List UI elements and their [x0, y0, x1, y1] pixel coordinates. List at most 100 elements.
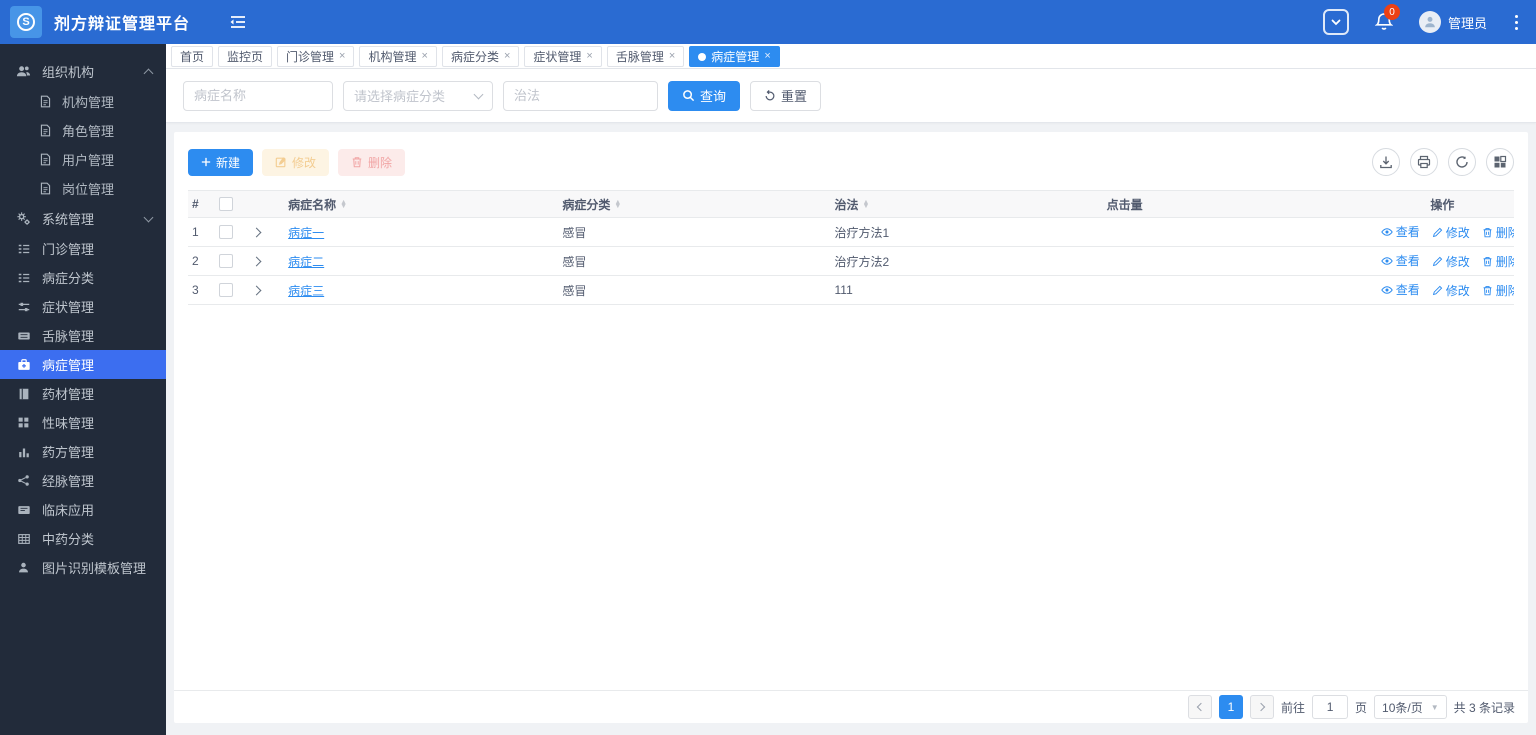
edit-icon: [275, 156, 287, 168]
page-size-select[interactable]: 10条/页 ▼: [1374, 695, 1447, 719]
expand-row-icon[interactable]: [251, 285, 262, 296]
edit-button[interactable]: 修改: [262, 148, 330, 176]
tab-outpatient[interactable]: 门诊管理 ×: [277, 46, 355, 67]
sidebar-item-meridian-mgmt[interactable]: 经脉管理: [0, 466, 166, 495]
sidebar-nav: 组织机构 机构管理 角色管理 用户管理 岗位管理 系统管理 门诊管理 病症分类 …: [0, 44, 166, 735]
sidebar-item-image-template-mgmt[interactable]: 图片识别模板管理: [0, 553, 166, 582]
fullscreen-icon[interactable]: [1322, 9, 1349, 35]
disease-category-select[interactable]: 请选择病症分类: [343, 80, 493, 111]
notification-bell-icon[interactable]: 0: [1375, 4, 1400, 32]
reset-icon: [764, 90, 776, 102]
close-icon[interactable]: ×: [339, 51, 345, 62]
view-link[interactable]: 查看: [1381, 223, 1420, 240]
col-method[interactable]: 治法 ▲ ▼: [830, 190, 1103, 218]
gears-icon: [16, 211, 31, 226]
sort-icons[interactable]: ▲ ▼: [340, 199, 347, 210]
query-button[interactable]: 查询: [668, 80, 741, 111]
tab-label: 机构管理: [368, 50, 417, 64]
sidebar-item-flavor-mgmt[interactable]: 性味管理: [0, 408, 166, 437]
tab-disease-mgmt[interactable]: 病症管理 ×: [689, 46, 780, 67]
reset-button[interactable]: 重置: [750, 80, 822, 111]
edit-link[interactable]: 修改: [1432, 253, 1470, 270]
active-dot-icon: [698, 52, 707, 61]
sidebar-item-user-mgmt[interactable]: 用户管理: [0, 145, 166, 174]
edit-link[interactable]: 修改: [1432, 224, 1470, 241]
col-clicks: 点击量: [1102, 190, 1371, 218]
sort-icons[interactable]: ▲ ▼: [863, 199, 870, 210]
export-button[interactable]: [1372, 148, 1400, 176]
sidebar-item-institution-mgmt[interactable]: 机构管理: [0, 87, 166, 116]
goto-page-input[interactable]: [1312, 695, 1349, 719]
page-number-button[interactable]: 1: [1219, 695, 1244, 719]
print-button[interactable]: [1410, 148, 1438, 176]
close-icon[interactable]: ×: [504, 51, 510, 62]
eye-icon: [1381, 226, 1393, 238]
disease-name-link[interactable]: 病症三: [288, 284, 324, 298]
row-checkbox[interactable]: [218, 254, 233, 269]
cell-method: 治疗方法2: [830, 246, 1103, 276]
sort-icons[interactable]: ▲ ▼: [614, 199, 621, 210]
close-icon[interactable]: ×: [586, 51, 592, 62]
sidebar-item-label: 中药分类: [42, 532, 95, 547]
disease-name-input[interactable]: [183, 80, 333, 111]
select-placeholder: 请选择病症分类: [354, 89, 446, 104]
create-button[interactable]: 新建: [188, 148, 254, 176]
prev-page-button[interactable]: [1188, 695, 1213, 719]
delete-link[interactable]: 删除: [1482, 253, 1514, 270]
tab-institution[interactable]: 机构管理 ×: [359, 46, 437, 67]
sidebar-item-tcm-category[interactable]: 中药分类: [0, 524, 166, 553]
next-page-button[interactable]: [1250, 695, 1275, 719]
users-icon: [16, 64, 31, 79]
download-icon: [1379, 155, 1393, 169]
view-link[interactable]: 查看: [1381, 281, 1420, 298]
close-icon[interactable]: ×: [764, 51, 770, 62]
user-name: 管理员: [1447, 15, 1487, 31]
treatment-method-input[interactable]: [503, 80, 658, 111]
sidebar-item-label: 门诊管理: [42, 242, 95, 257]
sidebar-item-post-mgmt[interactable]: 岗位管理: [0, 174, 166, 203]
sidebar-item-outpatient-mgmt[interactable]: 门诊管理: [0, 234, 166, 263]
more-options-icon[interactable]: [1513, 13, 1520, 32]
sidebar-item-herb-mgmt[interactable]: 药材管理: [0, 379, 166, 408]
sidebar-group-organization[interactable]: 组织机构: [0, 56, 166, 87]
tab-monitor[interactable]: 监控页: [218, 46, 273, 67]
tab-symptom[interactable]: 症状管理 ×: [524, 46, 602, 67]
delete-button[interactable]: 删除: [338, 148, 406, 176]
column-settings-button[interactable]: [1486, 148, 1514, 176]
col-category[interactable]: 病症分类 ▲ ▼: [558, 190, 831, 218]
sidebar-item-tongue-pulse-mgmt[interactable]: 舌脉管理: [0, 321, 166, 350]
col-name[interactable]: 病症名称 ▲ ▼: [284, 190, 559, 218]
chevron-left-icon: [1196, 702, 1206, 712]
disease-name-link[interactable]: 病症一: [288, 226, 324, 240]
menu-fold-icon[interactable]: [228, 14, 248, 30]
table-icon: [16, 532, 31, 546]
sidebar-item-disease-category[interactable]: 病症分类: [0, 263, 166, 292]
select-all-checkbox[interactable]: [218, 197, 233, 212]
reset-button-label: 重置: [781, 89, 808, 104]
sidebar-item-prescription-mgmt[interactable]: 药方管理: [0, 437, 166, 466]
page-size-value: 10条/页: [1382, 700, 1423, 715]
sidebar-item-symptom-mgmt[interactable]: 症状管理: [0, 292, 166, 321]
disease-name-link[interactable]: 病症二: [288, 255, 324, 269]
expand-row-icon[interactable]: [251, 256, 262, 267]
col-actions: 操作: [1370, 190, 1514, 218]
view-link[interactable]: 查看: [1381, 252, 1420, 269]
delete-link[interactable]: 删除: [1482, 224, 1514, 241]
close-icon[interactable]: ×: [669, 51, 675, 62]
row-checkbox[interactable]: [218, 225, 233, 240]
sidebar-item-clinical-application[interactable]: 临床应用: [0, 495, 166, 524]
user-menu[interactable]: 管理员: [1418, 11, 1487, 33]
tab-tongue-pulse[interactable]: 舌脉管理 ×: [606, 46, 685, 67]
tab-home[interactable]: 首页: [171, 46, 214, 67]
sidebar-item-disease-mgmt[interactable]: 病症管理: [0, 350, 166, 379]
close-icon[interactable]: ×: [422, 51, 428, 62]
tab-label: 症状管理: [533, 50, 582, 64]
row-checkbox[interactable]: [218, 283, 233, 298]
tab-disease-category[interactable]: 病症分类 ×: [441, 46, 520, 67]
sidebar-group-system[interactable]: 系统管理: [0, 203, 166, 234]
refresh-button[interactable]: [1448, 148, 1476, 176]
edit-link[interactable]: 修改: [1432, 282, 1470, 299]
sidebar-item-role-mgmt[interactable]: 角色管理: [0, 116, 166, 145]
expand-row-icon[interactable]: [251, 227, 262, 238]
delete-link[interactable]: 删除: [1482, 282, 1514, 299]
